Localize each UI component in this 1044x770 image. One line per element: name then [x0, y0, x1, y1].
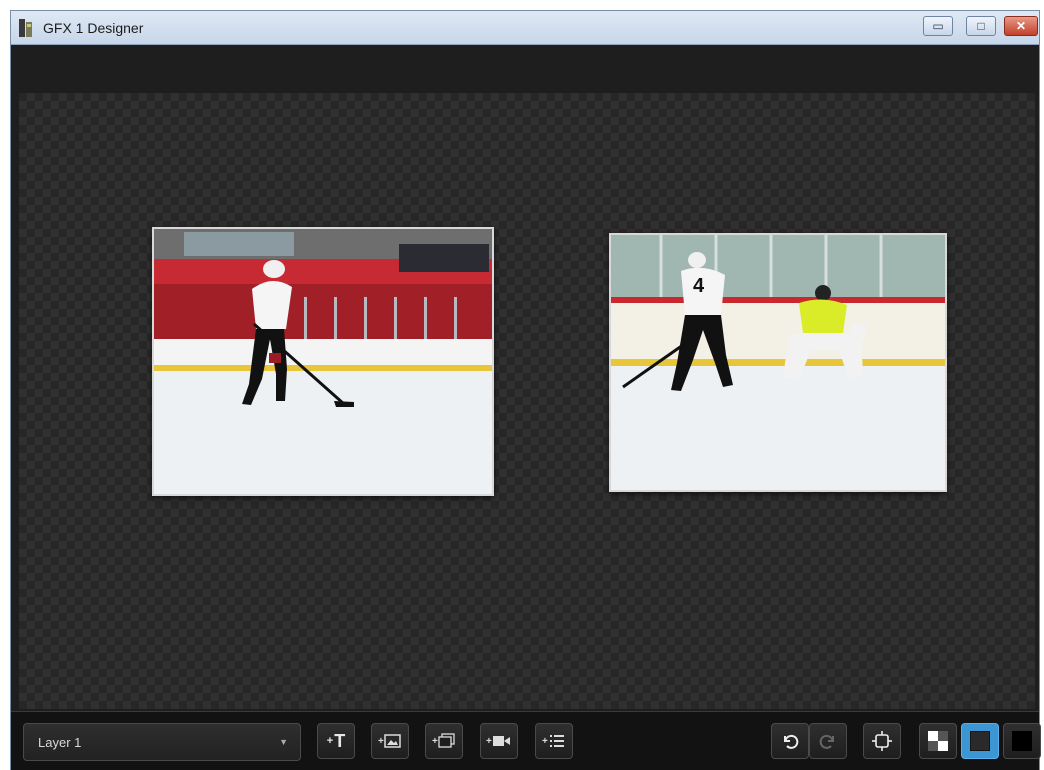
redo-button[interactable]	[809, 723, 847, 759]
minimize-icon: ▭	[932, 19, 944, 33]
svg-text:+: +	[378, 736, 384, 747]
image-layer-skater[interactable]	[152, 227, 494, 496]
close-icon: ✕	[1015, 19, 1027, 33]
svg-text:+: +	[432, 736, 438, 747]
add-image-icon: +	[378, 734, 401, 748]
layer-dropdown-value: Layer 1	[38, 735, 82, 750]
background-checker-button[interactable]	[919, 723, 957, 759]
maximize-button[interactable]: □	[966, 16, 996, 36]
minimize-button[interactable]: ▭	[923, 16, 953, 36]
svg-text:+: +	[486, 736, 492, 747]
app-icon	[19, 19, 33, 37]
maximize-icon: □	[977, 19, 985, 33]
redo-icon	[819, 734, 834, 749]
background-black-button[interactable]	[1003, 723, 1041, 759]
title-bar[interactable]: GFX 1 Designer ▭ □ ✕	[11, 11, 1039, 45]
jersey-number: 4	[693, 275, 705, 297]
checker-background-icon	[928, 731, 948, 751]
window-title: GFX 1 Designer	[43, 20, 144, 36]
layer-dropdown[interactable]: Layer 1 ▼	[23, 723, 301, 761]
black-background-icon	[1012, 731, 1032, 751]
add-video-icon: +	[486, 736, 510, 747]
undo-button[interactable]	[771, 723, 809, 759]
fit-to-screen-button[interactable]	[863, 723, 901, 759]
add-image-sequence-button[interactable]: +	[425, 723, 463, 759]
fit-to-screen-icon	[872, 731, 892, 751]
add-list-button[interactable]: +	[535, 723, 573, 759]
chevron-down-icon: ▼	[279, 737, 288, 747]
add-video-button[interactable]: +	[480, 723, 518, 759]
add-text-icon: +	[326, 735, 334, 747]
dark-background-icon	[970, 731, 990, 751]
add-image-button[interactable]: +	[371, 723, 409, 759]
svg-text:+: +	[542, 736, 548, 747]
add-text-button[interactable]: + T	[317, 723, 355, 759]
undo-icon	[784, 734, 799, 749]
design-canvas[interactable]: 4	[19, 93, 1035, 709]
image-layer-goalie[interactable]: 4	[609, 233, 947, 492]
add-list-icon: +	[542, 735, 564, 747]
bottom-toolbar: Layer 1 ▼ + T + + + +	[11, 711, 1041, 770]
close-button[interactable]: ✕	[1004, 16, 1038, 36]
gfx-designer-window: GFX 1 Designer ▭ □ ✕ 4 Layer 1 ▼ + T + +…	[10, 10, 1041, 770]
add-image-sequence-icon: +	[432, 733, 455, 748]
background-dark-button[interactable]	[961, 723, 999, 759]
